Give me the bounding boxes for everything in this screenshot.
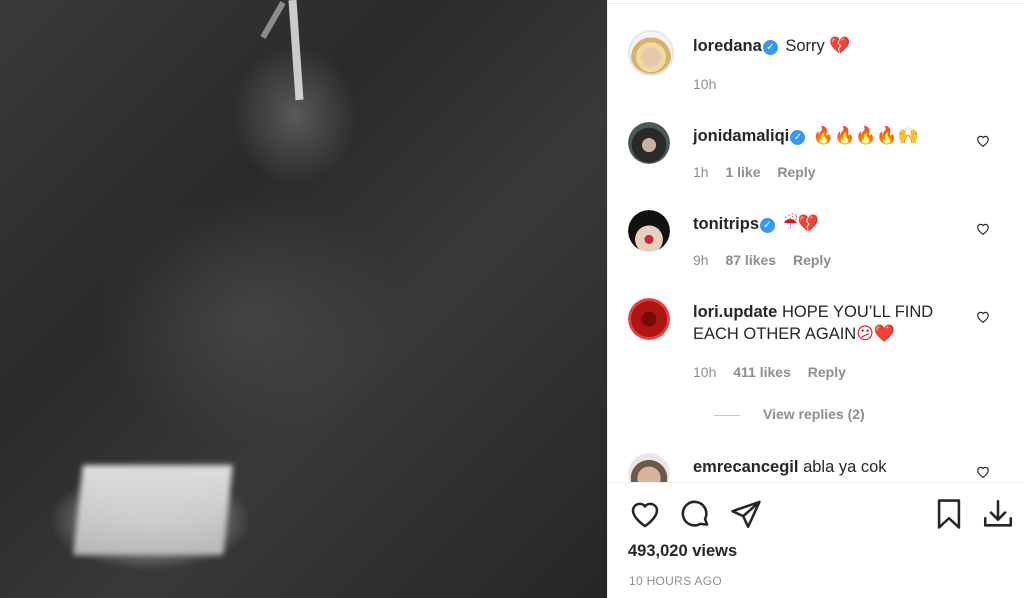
comment-item: lori.update HOPE YOU’LL FIND EACH OTHER … — [628, 298, 1008, 428]
replies-divider — [714, 415, 740, 416]
divider — [608, 482, 1024, 483]
comment-emoji: ☔💔 — [782, 214, 820, 234]
comment-bubble-icon[interactable] — [678, 497, 712, 531]
views-count[interactable]: 493,020 views — [628, 542, 737, 561]
timestamp[interactable]: 10h — [693, 76, 716, 92]
comment-text: abla ya cok — [803, 458, 887, 476]
video-blur-streak — [288, 0, 304, 101]
timestamp[interactable]: 9h — [693, 252, 709, 268]
bookmark-icon[interactable] — [932, 497, 966, 531]
paper-plane-icon[interactable] — [729, 497, 763, 531]
post-timestamp: 10 HOURS AGO — [629, 574, 722, 588]
avatar[interactable] — [628, 453, 670, 482]
comment-item: emrecancegil abla ya cok — [628, 453, 1008, 482]
caption-text: Sorry — [785, 37, 825, 55]
likes-count[interactable]: 411 likes — [733, 364, 791, 380]
like-comment-heart-icon[interactable] — [976, 134, 990, 147]
heart-outline-icon[interactable] — [628, 497, 662, 531]
username[interactable]: lori.update — [693, 303, 777, 321]
like-comment-heart-icon[interactable] — [976, 465, 990, 478]
likes-count[interactable]: 87 likes — [725, 252, 776, 268]
verified-badge-icon: ✓ — [762, 40, 778, 55]
divider — [608, 3, 1024, 4]
like-comment-heart-icon[interactable] — [976, 222, 990, 235]
caption-emoji: 💔 — [829, 36, 851, 56]
reply-button[interactable]: Reply — [777, 164, 815, 180]
verified-badge-icon: ✓ — [760, 218, 775, 233]
username[interactable]: emrecancegil — [693, 458, 798, 476]
video-blur-streak — [260, 1, 286, 39]
download-icon[interactable] — [981, 497, 1015, 531]
view-replies-button[interactable]: View replies (2) — [763, 406, 865, 422]
avatar[interactable] — [628, 30, 674, 76]
comment-item: jonidamaliqi ✓ 🔥🔥🔥🔥🙌 1h 1 like Reply — [628, 122, 1008, 192]
comments-panel: loredana ✓ Sorry 💔 10h jonidamaliqi ✓ 🔥🔥🔥🔥… — [607, 0, 1024, 598]
timestamp[interactable]: 10h — [693, 364, 716, 380]
username[interactable]: tonitrips — [693, 215, 759, 233]
reply-button[interactable]: Reply — [793, 252, 831, 268]
comment-emoji: 😕❤️ — [856, 324, 896, 344]
avatar[interactable] — [628, 210, 670, 252]
comment-meta: 9h 87 likes Reply — [693, 252, 844, 268]
avatar[interactable] — [628, 298, 670, 340]
comments-list[interactable]: loredana ✓ Sorry 💔 10h jonidamaliqi ✓ 🔥🔥🔥🔥… — [608, 0, 1024, 482]
username[interactable]: jonidamaliqi — [693, 127, 789, 145]
video-player[interactable] — [0, 0, 607, 598]
username[interactable]: loredana — [693, 37, 762, 55]
avatar[interactable] — [628, 122, 670, 164]
likes-count[interactable]: 1 like — [725, 164, 760, 180]
video-blur-block — [73, 465, 233, 555]
timestamp[interactable]: 1h — [693, 164, 709, 180]
comment-item: tonitrips ✓ ☔💔 9h 87 likes Reply — [628, 210, 1008, 280]
comment-meta: 1h 1 like Reply — [693, 164, 829, 180]
caption-meta: 10h — [693, 76, 729, 92]
verified-badge-icon: ✓ — [790, 130, 806, 145]
comment-emoji: 🔥🔥🔥🔥🙌 — [812, 126, 919, 146]
like-comment-heart-icon[interactable] — [976, 310, 990, 323]
comment-meta: 10h 411 likes Reply — [693, 364, 859, 380]
reply-button[interactable]: Reply — [808, 364, 846, 380]
caption: loredana ✓ Sorry 💔 10h — [628, 30, 1008, 100]
